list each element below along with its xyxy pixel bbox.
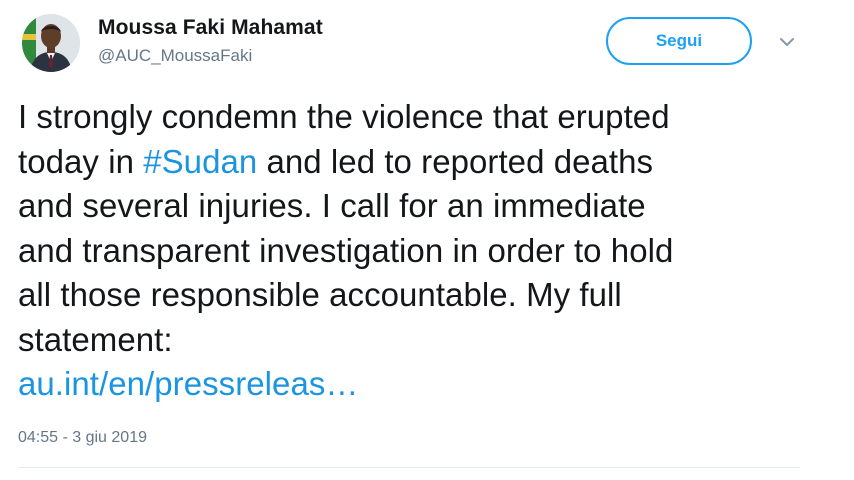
follow-button[interactable]: Segui [606, 17, 752, 65]
tweet-text: I strongly condemn the violence that eru… [18, 95, 828, 407]
tweet-line: I strongly condemn the violence that eru… [18, 98, 670, 135]
tweet-text-segment: today in [18, 142, 144, 180]
avatar[interactable] [22, 14, 80, 72]
tweet-line: today in #Sudan and led to reported deat… [18, 140, 828, 185]
tweet-line: and transparent investigation in order t… [18, 231, 674, 269]
tweet-line: and several injuries. I call for an imme… [18, 187, 646, 224]
tweet-timestamp[interactable]: 04:55 - 3 giu 2019 [18, 429, 147, 447]
chevron-down-icon[interactable] [776, 34, 798, 50]
hashtag-link[interactable]: #Sudan [143, 143, 257, 180]
author-handle[interactable]: @AUC_MoussaFaki [98, 46, 252, 66]
divider [18, 467, 800, 468]
statement-link[interactable]: au.int/en/pressreleas… [18, 362, 828, 407]
tweet-line: statement: [18, 320, 173, 358]
tweet-card: Moussa Faki Mahamat @AUC_MoussaFaki Segu… [0, 0, 854, 480]
author-name[interactable]: Moussa Faki Mahamat [98, 16, 323, 40]
profile-photo [22, 14, 80, 72]
tweet-line: all those responsible accountable. My fu… [18, 276, 622, 313]
tweet-text-segment: and led to reported deaths [257, 142, 654, 180]
